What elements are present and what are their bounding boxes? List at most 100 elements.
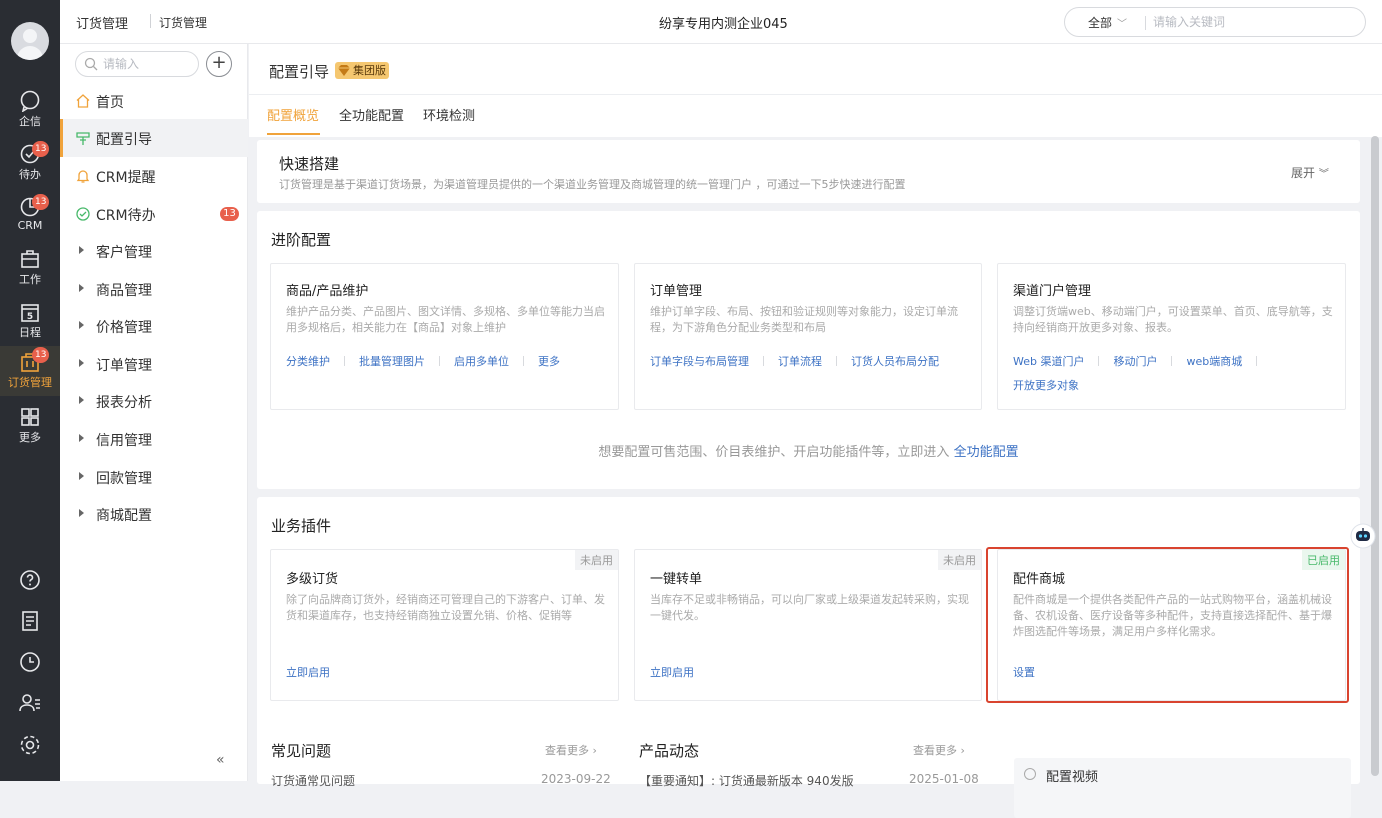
- sidebar-item-label: 价格管理: [96, 320, 152, 336]
- full-config-link[interactable]: 全功能配置: [954, 445, 1019, 460]
- rail-item-todo[interactable]: 待办 13: [0, 141, 60, 193]
- card-links: 分类维护 批量管理图片 启用多单位 更多: [286, 350, 560, 374]
- clock-icon[interactable]: [18, 650, 42, 674]
- rail-item-more[interactable]: 更多: [0, 406, 60, 456]
- card-links: 订单字段与布局管理 订单流程 订货人员布局分配: [650, 350, 939, 374]
- sidebar-search-input[interactable]: [103, 56, 193, 72]
- tab-overview[interactable]: 配置概览: [267, 105, 319, 124]
- rail-item-calendar[interactable]: 5 日程: [0, 301, 60, 351]
- app-rail: 企信 待办 13 CRM 13 工作 5 日程 订货管理 13 更多: [0, 0, 60, 781]
- help-icon[interactable]: [18, 568, 42, 592]
- caret-right-icon: [79, 434, 84, 442]
- card-desc: 维护订单字段、布局、按钮和验证规则等对象能力，设定订单流程，为下游角色分配业务类…: [650, 305, 958, 334]
- top-bar: 订货管理 订货管理 纷享专用内测企业045 全部 ﹀: [60, 0, 1382, 44]
- sidebar-item-product[interactable]: 商品管理: [60, 270, 248, 308]
- card-title: 商品/产品维护: [286, 284, 369, 299]
- sidebar-item-customer[interactable]: 客户管理: [60, 232, 248, 270]
- settings-button[interactable]: 设置: [1013, 664, 1035, 680]
- active-tab-indicator: [267, 133, 320, 135]
- rail-item-crm[interactable]: CRM 13: [0, 194, 60, 246]
- sidebar-item-config-guide[interactable]: 配置引导: [60, 119, 248, 157]
- link-multi-unit[interactable]: 启用多单位: [454, 355, 509, 368]
- quick-build-panel: 快速搭建 订货管理是基于渠道订货场景，为渠道管理员提供的一个渠道业务管理及商城管…: [257, 140, 1360, 203]
- rail-item-label: CRM: [17, 219, 43, 232]
- global-search-input[interactable]: [1153, 13, 1353, 31]
- news-more-link[interactable]: 查看更多 ›: [913, 742, 965, 758]
- settings-icon[interactable]: [18, 733, 42, 757]
- robot-assistant-icon[interactable]: [1350, 523, 1376, 549]
- sidebar-item-home[interactable]: 首页: [60, 82, 248, 120]
- enable-button[interactable]: 立即启用: [650, 664, 694, 680]
- link-mobile-portal[interactable]: 移动门户: [1113, 355, 1157, 368]
- todo-count-badge: 13: [220, 207, 239, 221]
- card-title: 订单管理: [650, 284, 703, 299]
- check-circle-icon: [76, 207, 90, 221]
- rail-item-work[interactable]: 工作: [0, 248, 60, 298]
- sidebar-item-label: CRM提醒: [96, 170, 156, 186]
- rail-badge: 13: [32, 194, 50, 210]
- sidebar-item-payment[interactable]: 回款管理: [60, 458, 248, 496]
- avatar[interactable]: [11, 22, 49, 60]
- breadcrumb-app[interactable]: 订货管理: [76, 13, 128, 32]
- tab-env-check[interactable]: 环境检测: [423, 105, 475, 124]
- rail-item-label: 订货管理: [8, 376, 52, 389]
- page-header: 配置引导 集团版 配置概览 全功能配置 环境检测: [249, 44, 1382, 137]
- link-category[interactable]: 分类维护: [286, 355, 330, 368]
- link-layout-assign[interactable]: 订货人员布局分配: [851, 355, 939, 368]
- link-more[interactable]: 更多: [538, 355, 560, 368]
- sidebar-item-credit[interactable]: 信用管理: [60, 420, 248, 458]
- add-button[interactable]: +: [206, 51, 232, 77]
- collapse-sidebar-button[interactable]: «: [216, 752, 225, 768]
- expand-label: 展开: [1291, 166, 1316, 180]
- news-more-label: 查看更多: [913, 744, 957, 757]
- link-batch-images[interactable]: 批量管理图片: [359, 355, 425, 368]
- card-title: 多级订货: [286, 572, 339, 587]
- sidebar-item-crm-reminder[interactable]: CRM提醒: [60, 157, 248, 195]
- card-title: 一键转单: [650, 572, 703, 587]
- link-web-mall[interactable]: web端商城: [1186, 355, 1242, 368]
- rail-item-order-management[interactable]: 订货管理 13: [0, 346, 60, 396]
- search-scope-select[interactable]: 全部 ﹀: [1088, 14, 1127, 31]
- advanced-config-title: 进阶配置: [271, 231, 332, 249]
- sidebar-item-label: 配置引导: [96, 132, 152, 148]
- sidebar-item-label: CRM待办: [96, 208, 156, 224]
- full-config-hint: 想要配置可售范围、价目表维护、开启功能插件等，立即进入 全功能配置: [257, 441, 1360, 460]
- sidebar-item-price[interactable]: 价格管理: [60, 307, 248, 345]
- link-web-portal[interactable]: Web 渠道门户: [1013, 355, 1084, 368]
- tab-full-config[interactable]: 全功能配置: [339, 105, 404, 124]
- news-title: 产品动态: [639, 742, 700, 760]
- scrollbar[interactable]: [1371, 136, 1379, 776]
- config-video[interactable]: 配置视频: [1014, 758, 1351, 818]
- grid-icon: [21, 408, 39, 426]
- breadcrumb-page[interactable]: 订货管理: [159, 14, 207, 31]
- main-content: 配置引导 集团版 配置概览 全功能配置 环境检测 快速搭建 订货管理是基于渠道订…: [249, 44, 1382, 818]
- expand-button[interactable]: 展开 ︾: [1291, 164, 1329, 181]
- user-list-icon[interactable]: [18, 691, 42, 715]
- quick-build-title: 快速搭建: [279, 155, 340, 173]
- faq-date: 2023-09-22: [541, 772, 611, 786]
- link-open-objects[interactable]: 开放更多对象: [1013, 379, 1079, 392]
- sidebar-item-label: 商品管理: [96, 283, 152, 299]
- card-desc: 除了向品牌商订货外，经销商还可管理自己的下游客户、订单、发货和渠道库存，也支持经…: [286, 593, 605, 622]
- quick-build-desc: 订货管理是基于渠道订货场景，为渠道管理员提供的一个渠道业务管理及商城管理的统一管…: [279, 178, 906, 191]
- card-desc: 配件商城是一个提供各类配件产品的一站式购物平台，涵盖机械设备、农机设备、医疗设备…: [1013, 593, 1332, 638]
- sidebar-item-label: 客户管理: [96, 245, 152, 261]
- rail-item-messages[interactable]: 企信: [0, 90, 60, 140]
- rail-badge: 13: [32, 347, 50, 363]
- version-badge: 集团版: [335, 62, 389, 79]
- sidebar-search: [75, 51, 199, 77]
- svg-text:5: 5: [27, 312, 33, 322]
- version-badge-label: 集团版: [353, 64, 386, 77]
- sidebar-item-report[interactable]: 报表分析: [60, 382, 248, 420]
- enable-button[interactable]: 立即启用: [286, 664, 330, 680]
- config-card-order: 订单管理 维护订单字段、布局、按钮和验证规则等对象能力，设定订单流程，为下游角色…: [634, 263, 982, 410]
- config-card-portal: 渠道门户管理 调整订货端web、移动端门户，可设置菜单、首页、底导航等，支持向经…: [997, 263, 1346, 410]
- sidebar-item-mall-config[interactable]: 商城配置: [60, 495, 248, 533]
- notes-icon[interactable]: [18, 609, 42, 633]
- sidebar-item-crm-todo[interactable]: CRM待办 13: [60, 195, 248, 233]
- sidebar-item-order[interactable]: 订单管理: [60, 345, 248, 383]
- caret-right-icon: [79, 246, 84, 254]
- faq-more-link[interactable]: 查看更多 ›: [545, 742, 597, 758]
- link-order-fields[interactable]: 订单字段与布局管理: [650, 355, 749, 368]
- link-order-flow[interactable]: 订单流程: [778, 355, 822, 368]
